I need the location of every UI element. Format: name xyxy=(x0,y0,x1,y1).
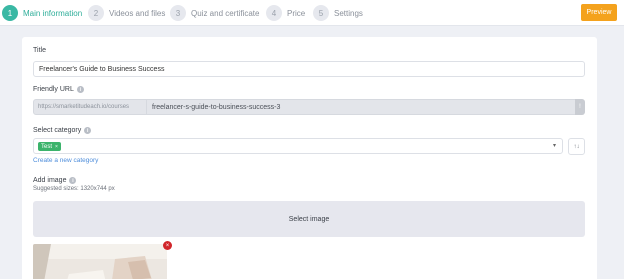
tag-remove-icon[interactable]: × xyxy=(55,144,58,150)
chevron-down-icon[interactable]: ▾ xyxy=(553,142,556,149)
url-slug-input[interactable]: freelancer-s-guide-to-business-success-3 xyxy=(147,99,575,115)
step-number: 2 xyxy=(88,5,104,21)
thumbnail-photo xyxy=(33,244,167,279)
category-select[interactable]: Test × ▾ xyxy=(33,138,563,154)
info-icon[interactable]: i xyxy=(84,127,92,134)
step-quiz-and-certificate[interactable]: 3 Quiz and certificate xyxy=(170,4,259,22)
step-label: Videos and files xyxy=(109,8,166,18)
category-tag-label: Test xyxy=(41,143,53,150)
select-image-label: Select image xyxy=(288,215,330,223)
step-number: 4 xyxy=(266,5,282,21)
step-videos-and-files[interactable]: 2 Videos and files xyxy=(88,4,165,22)
add-image-label: Add image i xyxy=(33,177,77,184)
url-handle-icon[interactable]: ! xyxy=(575,99,585,115)
info-icon[interactable]: i xyxy=(76,86,84,93)
step-settings[interactable]: 5 Settings xyxy=(313,4,363,22)
step-label: Quiz and certificate xyxy=(191,8,260,18)
step-label: Settings xyxy=(334,8,363,18)
select-image-button[interactable]: Select image xyxy=(33,201,585,237)
stepper-bar: 1 Main information 2 Videos and files 3 … xyxy=(0,0,624,26)
step-label: Main information xyxy=(23,8,83,18)
category-label-text: Select category xyxy=(33,127,82,134)
add-image-label-text: Add image xyxy=(33,177,67,184)
friendly-url-label: Friendly URL i xyxy=(33,86,84,93)
step-main-information[interactable]: 1 Main information xyxy=(2,4,82,22)
suggested-sizes: Suggested sizes: 1320x744 px xyxy=(33,186,115,192)
category-tag: Test × xyxy=(38,142,61,151)
remove-image-icon[interactable]: × xyxy=(163,241,172,250)
title-label: Title xyxy=(33,47,46,54)
info-icon[interactable]: i xyxy=(69,177,77,184)
create-category-link[interactable]: Create a new category xyxy=(33,157,98,164)
step-number: 1 xyxy=(2,5,18,21)
preview-button[interactable]: Preview xyxy=(581,4,617,21)
step-label: Price xyxy=(287,8,306,18)
step-number: 3 xyxy=(170,5,186,21)
image-thumbnail xyxy=(33,244,167,279)
title-label-text: Title xyxy=(33,47,46,54)
main-information-form: Title Freelancer's Guide to Business Suc… xyxy=(22,37,597,279)
sort-categories-button[interactable]: ↑↓ xyxy=(568,138,585,155)
title-input[interactable]: Freelancer's Guide to Business Success xyxy=(33,61,585,77)
category-label: Select category i xyxy=(33,127,92,134)
url-prefix: https://smarketitudeach.io/courses xyxy=(33,99,147,115)
step-number: 5 xyxy=(313,5,329,21)
friendly-url-label-text: Friendly URL xyxy=(33,86,74,93)
step-price[interactable]: 4 Price xyxy=(266,4,305,22)
